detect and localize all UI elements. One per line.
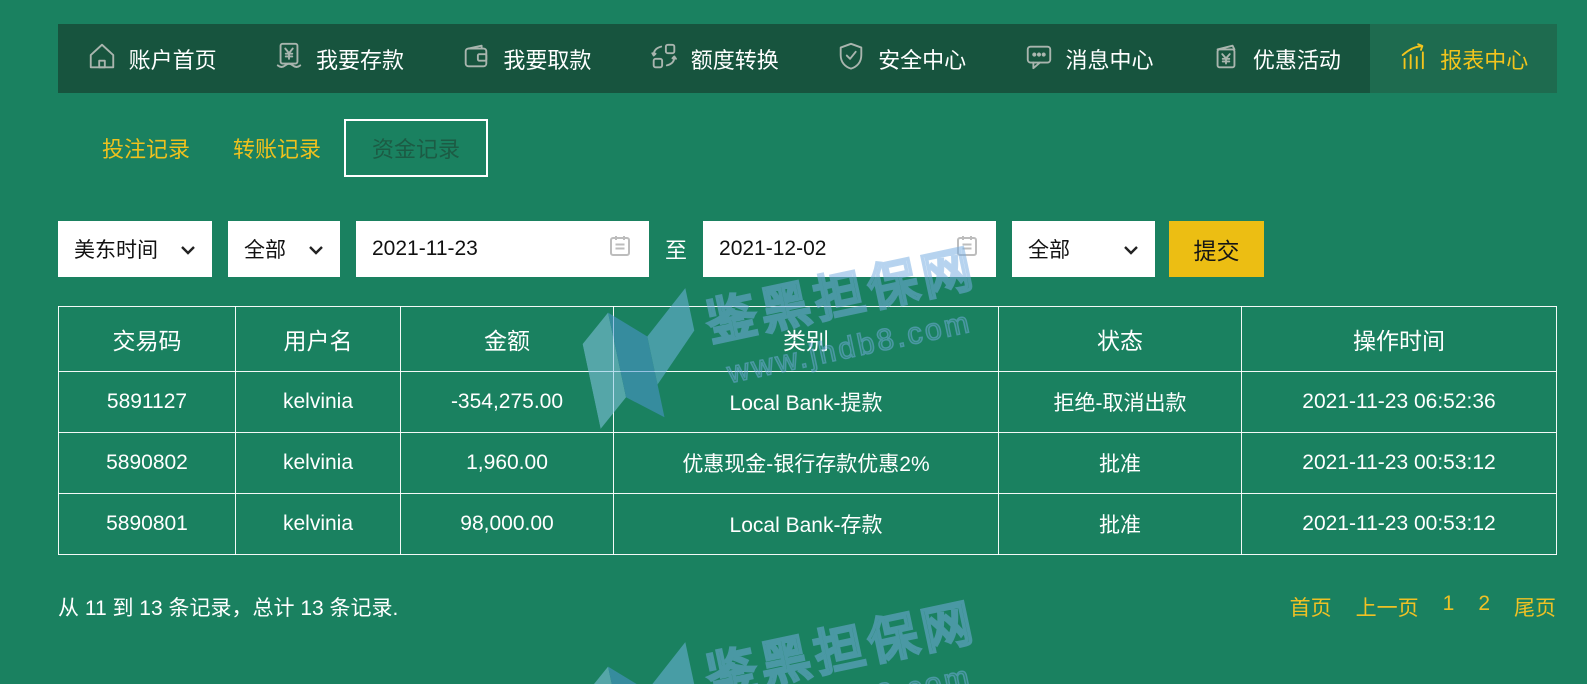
- cell-amount: 1,960.00: [401, 433, 614, 494]
- cell-category: 优惠现金-银行存款优惠2%: [614, 433, 999, 494]
- cell-status: 批准: [999, 433, 1242, 494]
- cell-status: 批准: [999, 494, 1242, 555]
- timezone-select-value: 美东时间: [74, 234, 158, 264]
- transfer-icon: [649, 41, 679, 77]
- status-select-value: 全部: [1028, 234, 1070, 264]
- cell-category: Local Bank-提款: [614, 372, 999, 433]
- chevron-down-icon: [180, 237, 196, 261]
- status-select[interactable]: 全部: [1012, 221, 1155, 277]
- home-icon: [87, 41, 117, 77]
- date-from-input[interactable]: 2021-11-23: [356, 221, 649, 277]
- cell-username: kelvinia: [236, 494, 401, 555]
- nav-item-label: 消息中心: [1066, 43, 1154, 75]
- cell-time: 2021-11-23 06:52:36: [1242, 372, 1557, 433]
- watermark: 鉴黑担保网 www.jhdb8.com: [574, 572, 1012, 684]
- promo-icon: [1211, 41, 1241, 77]
- cell-time: 2021-11-23 00:53:12: [1242, 494, 1557, 555]
- cell-username: kelvinia: [236, 433, 401, 494]
- calendar-icon[interactable]: [954, 233, 980, 265]
- withdraw-icon: [461, 41, 491, 77]
- chevron-down-icon: [308, 237, 324, 261]
- security-icon: [836, 41, 866, 77]
- nav-item-label: 安全中心: [878, 43, 966, 75]
- table-row: 5891127 kelvinia -354,275.00 Local Bank-…: [59, 372, 1557, 433]
- tab-fund-records[interactable]: 资金记录: [344, 119, 488, 177]
- cell-transaction-id: 5890801: [59, 494, 236, 555]
- pagination-last[interactable]: 尾页: [1514, 592, 1556, 622]
- transactions-table: 交易码 用户名 金额 类别 状态 操作时间 5891127 kelvinia -…: [58, 306, 1557, 555]
- record-tabs: 投注记录 转账记录 资金记录: [102, 122, 488, 174]
- nav-item-label: 账户首页: [129, 43, 217, 75]
- nav-item-promotions[interactable]: 优惠活动: [1182, 24, 1369, 93]
- pagination-page-1[interactable]: 1: [1443, 592, 1455, 622]
- nav-item-label: 我要存款: [316, 43, 404, 75]
- report-icon: [1398, 41, 1428, 77]
- pagination-page-2[interactable]: 2: [1478, 592, 1490, 622]
- date-range-to-label: 至: [665, 233, 687, 265]
- calendar-icon[interactable]: [607, 233, 633, 265]
- cell-transaction-id: 5891127: [59, 372, 236, 433]
- column-header-status: 状态: [999, 307, 1242, 372]
- watermark-logo-icon: [574, 635, 717, 684]
- cell-category: Local Bank-存款: [614, 494, 999, 555]
- nav-item-home[interactable]: 账户首页: [58, 24, 245, 93]
- column-header-category: 类别: [614, 307, 999, 372]
- cell-status: 拒绝-取消出款: [999, 372, 1242, 433]
- pagination: 首页 上一页 1 2 尾页: [1290, 592, 1556, 622]
- pagination-first[interactable]: 首页: [1290, 592, 1332, 622]
- nav-item-reports[interactable]: 报表中心: [1370, 24, 1557, 93]
- filter-toolbar: 美东时间 全部 2021-11-23 至 2021-12-02 全部 提交: [58, 221, 1264, 277]
- cell-amount: -354,275.00: [401, 372, 614, 433]
- type-select-value: 全部: [244, 234, 286, 264]
- nav-item-security[interactable]: 安全中心: [808, 24, 995, 93]
- column-header-time: 操作时间: [1242, 307, 1557, 372]
- deposit-icon: [274, 41, 304, 77]
- nav-item-deposit[interactable]: 我要存款: [245, 24, 432, 93]
- cell-username: kelvinia: [236, 372, 401, 433]
- date-to-input[interactable]: 2021-12-02: [703, 221, 996, 277]
- chevron-down-icon: [1123, 237, 1139, 261]
- column-header-username: 用户名: [236, 307, 401, 372]
- nav-item-transfer[interactable]: 额度转换: [620, 24, 807, 93]
- table-header-row: 交易码 用户名 金额 类别 状态 操作时间: [59, 307, 1557, 372]
- tab-transfer-records[interactable]: 转账记录: [233, 132, 321, 164]
- watermark-brand-text: 鉴黑担保网: [699, 582, 983, 684]
- cell-time: 2021-11-23 00:53:12: [1242, 433, 1557, 494]
- message-icon: [1024, 41, 1054, 77]
- nav-item-label: 额度转换: [691, 43, 779, 75]
- top-navbar: 账户首页 我要存款 我要取款 额度转换 安全中心 消息中心 优惠活动 报表中心: [58, 24, 1557, 93]
- nav-item-label: 报表中心: [1440, 43, 1528, 75]
- column-header-transaction-id: 交易码: [59, 307, 236, 372]
- submit-button[interactable]: 提交: [1169, 221, 1264, 277]
- tab-bet-records[interactable]: 投注记录: [102, 132, 190, 164]
- watermark-url-text: www.jhdb8.com: [715, 656, 991, 684]
- table-row: 5890802 kelvinia 1,960.00 优惠现金-银行存款优惠2% …: [59, 433, 1557, 494]
- pagination-prev[interactable]: 上一页: [1356, 592, 1419, 622]
- nav-item-withdraw[interactable]: 我要取款: [433, 24, 620, 93]
- nav-item-messages[interactable]: 消息中心: [995, 24, 1182, 93]
- cell-transaction-id: 5890802: [59, 433, 236, 494]
- nav-item-label: 优惠活动: [1253, 43, 1341, 75]
- table-row: 5890801 kelvinia 98,000.00 Local Bank-存款…: [59, 494, 1557, 555]
- nav-item-label: 我要取款: [503, 43, 591, 75]
- type-select[interactable]: 全部: [228, 221, 340, 277]
- column-header-amount: 金额: [401, 307, 614, 372]
- date-from-value: 2021-11-23: [372, 237, 478, 261]
- cell-amount: 98,000.00: [401, 494, 614, 555]
- date-to-value: 2021-12-02: [719, 237, 826, 261]
- timezone-select[interactable]: 美东时间: [58, 221, 212, 277]
- records-summary: 从 11 到 13 条记录，总计 13 条记录.: [58, 592, 398, 622]
